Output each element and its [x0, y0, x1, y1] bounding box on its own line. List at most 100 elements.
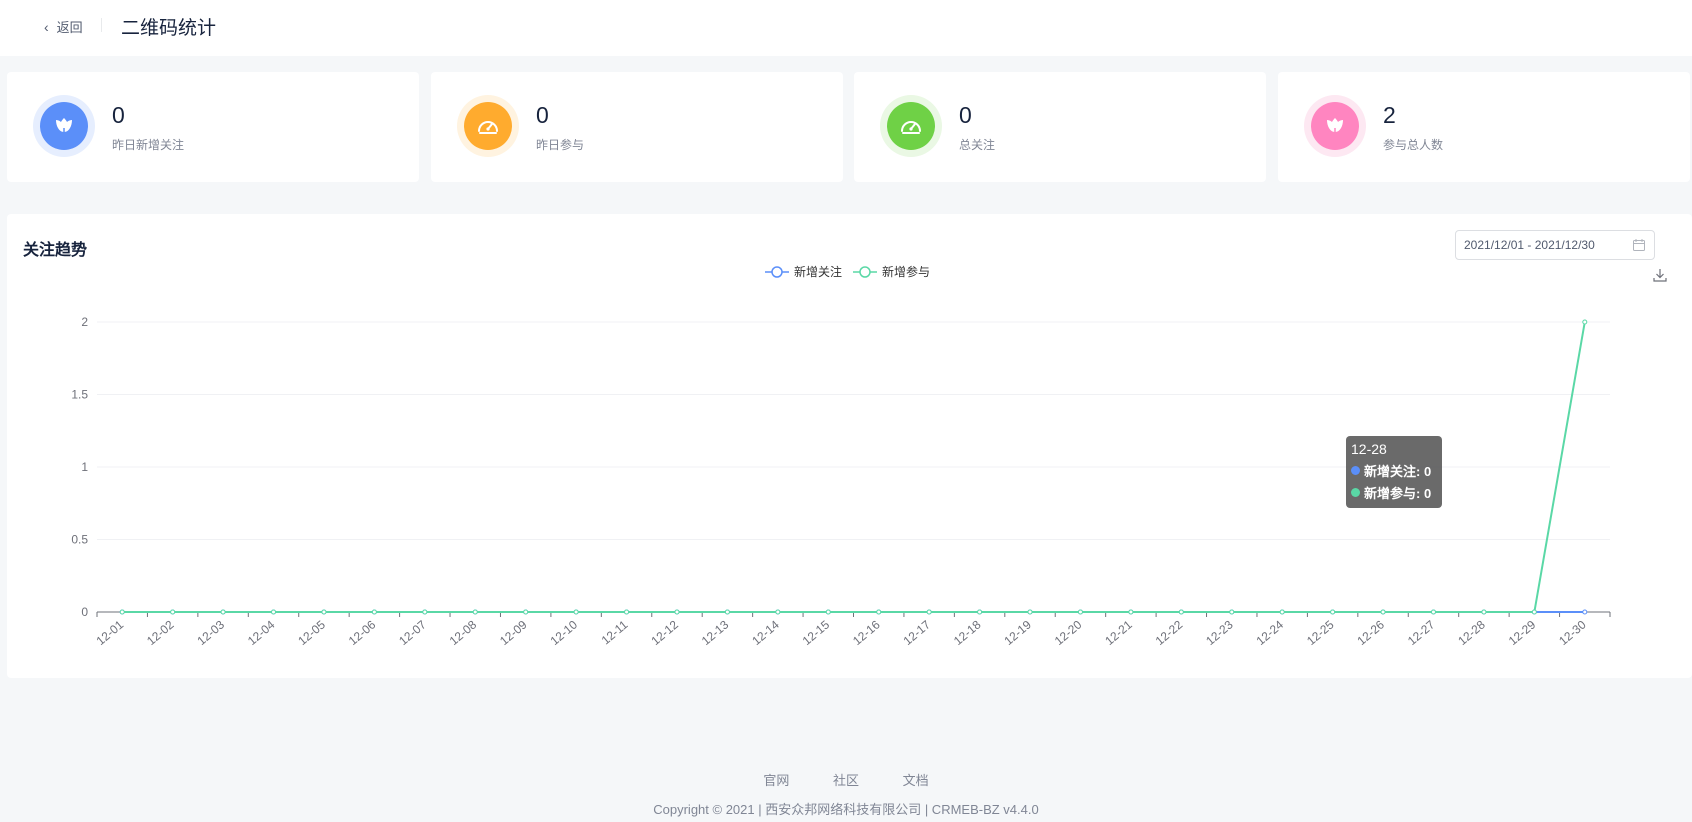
data-point: [119, 609, 125, 615]
data-point: [926, 609, 932, 615]
data-point: [170, 609, 176, 615]
stat-value: 0: [112, 102, 125, 128]
tooltip-row-label: 新增参与: 0: [1364, 486, 1432, 501]
data-point: [573, 609, 579, 615]
header-divider: [101, 18, 102, 32]
tooltip-title: 12-28: [1351, 441, 1387, 457]
stat-label: 参与总人数: [1383, 138, 1444, 152]
footer-link-docs[interactable]: 文档: [903, 773, 929, 788]
stat-icon-ring: [33, 95, 95, 157]
tooltip-row-label: 新增关注: 0: [1364, 464, 1432, 479]
x-tick-label: 12-17: [901, 617, 934, 648]
footer-link-community[interactable]: 社区: [833, 773, 859, 788]
data-point: [1229, 609, 1235, 615]
page-header: ‹ 返回 二维码统计: [0, 0, 1692, 56]
data-point: [422, 609, 428, 615]
data-point: [674, 609, 680, 615]
x-tick-label: 12-04: [245, 617, 278, 648]
tooltip-row: 新增参与: 0: [1351, 483, 1437, 502]
data-point: [1178, 609, 1184, 615]
data-point: [1330, 609, 1336, 615]
y-tick-label: 0: [81, 605, 88, 619]
page-title: 二维码统计: [121, 18, 217, 39]
dashboard-icon: [887, 102, 935, 150]
data-point: [1279, 609, 1285, 615]
back-label: 返回: [56, 20, 83, 35]
data-point: [1531, 609, 1537, 615]
footer: 官网 社区 文档 Copyright © 2021 | 西安众邦网络科技有限公司…: [0, 770, 1692, 818]
copyright: Copyright © 2021 | 西安众邦网络科技有限公司 | CRMEB-…: [653, 802, 1039, 817]
stat-card-total-participants: 2 参与总人数: [1278, 72, 1690, 182]
legend-marker: [771, 266, 783, 278]
data-point: [1430, 609, 1436, 615]
x-tick-label: 12-22: [1153, 617, 1186, 648]
data-point: [977, 609, 983, 615]
flower-icon: [1311, 102, 1359, 150]
series-dot: [1351, 466, 1360, 475]
x-tick-label: 12-09: [497, 617, 530, 648]
x-tick-label: 12-20: [1052, 617, 1085, 648]
legend-label: 新增参与: [882, 264, 930, 279]
data-point: [271, 609, 277, 615]
x-tick-label: 12-01: [94, 617, 127, 648]
stat-card-yesterday-follow: 0 昨日新增关注: [7, 72, 419, 182]
data-point: [1582, 609, 1588, 615]
x-tick-label: 12-16: [850, 617, 883, 648]
x-tick-label: 12-11: [599, 617, 631, 647]
stat-value: 2: [1383, 102, 1396, 128]
footer-link-official[interactable]: 官网: [763, 773, 789, 788]
chart-tooltip: 12-28 新增关注: 0 新增参与: 0: [1346, 436, 1442, 508]
stat-label: 昨日参与: [536, 138, 585, 152]
x-tick-label: 12-21: [1102, 617, 1135, 648]
data-point: [1582, 319, 1588, 325]
tooltip-row: 新增关注: 0: [1351, 461, 1437, 480]
data-point: [724, 609, 730, 615]
y-tick-label: 1.5: [71, 388, 88, 402]
data-point: [472, 609, 478, 615]
x-tick-label: 12-15: [800, 617, 833, 648]
data-point: [1481, 609, 1487, 615]
data-point: [1380, 609, 1386, 615]
x-tick-label: 12-30: [1556, 617, 1589, 648]
x-tick-label: 12-06: [346, 617, 379, 648]
back-button[interactable]: ‹ 返回: [44, 17, 83, 36]
x-tick-label: 12-13: [699, 617, 732, 648]
stat-card-yesterday-join: 0 昨日参与: [431, 72, 843, 182]
x-tick-label: 12-08: [447, 617, 480, 648]
data-point: [321, 609, 327, 615]
x-tick-label: 12-27: [1405, 617, 1438, 648]
chevron-left-icon: ‹: [44, 18, 49, 35]
x-tick-label: 12-29: [1506, 617, 1539, 648]
flower-icon: [40, 102, 88, 150]
legend-marker: [859, 266, 871, 278]
x-tick-label: 12-03: [194, 617, 227, 648]
stat-icon-ring: [1304, 95, 1366, 157]
trend-card: 关注趋势 2021/12/01 - 2021/12/30 0 0.5 1 1.5 2 12…: [7, 214, 1692, 678]
stat-label: 昨日新增关注: [112, 138, 185, 152]
y-tick-label: 2: [81, 315, 88, 329]
x-tick-label: 12-26: [1354, 617, 1387, 648]
x-tick-label: 12-23: [1203, 617, 1236, 648]
series-dot: [1351, 488, 1360, 497]
data-point: [220, 609, 226, 615]
data-point: [371, 609, 377, 615]
data-point: [1077, 609, 1083, 615]
x-tick-label: 12-07: [396, 617, 429, 648]
y-tick-label: 1: [81, 460, 88, 474]
x-tick-label: 12-12: [648, 617, 681, 648]
stat-label: 总关注: [959, 138, 996, 152]
data-point: [523, 609, 529, 615]
data-point: [825, 609, 831, 615]
data-point: [876, 609, 882, 615]
data-point: [1027, 609, 1033, 615]
data-point: [624, 609, 630, 615]
x-tick-label: 12-28: [1455, 617, 1488, 648]
x-tick-label: 12-02: [144, 617, 177, 648]
x-tick-label: 12-24: [1254, 617, 1287, 648]
x-tick-label: 12-10: [548, 617, 581, 648]
legend-label: 新增关注: [794, 264, 842, 279]
stat-value: 0: [959, 102, 972, 128]
dashboard-icon: [464, 102, 512, 150]
x-tick-label: 12-18: [951, 617, 984, 648]
data-point: [1128, 609, 1134, 615]
